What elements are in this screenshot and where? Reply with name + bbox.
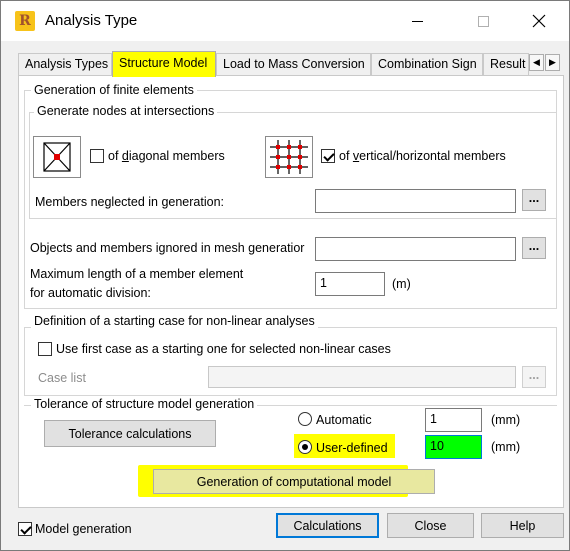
ellipsis-icon: ... [528,368,540,382]
objects-ignored-browse-button[interactable]: ... [522,237,546,259]
case-list-input[interactable] [208,366,516,388]
maximize-button[interactable] [463,7,503,35]
starting-case-label: Definition of a starting case for non-li… [31,314,318,328]
help-button[interactable]: Help [481,513,564,538]
tab-scroll-left-button[interactable]: ◀ [529,54,544,71]
app-logo-icon: R [15,11,35,31]
user-defined-label: User-defined [316,441,388,455]
diagonal-mesh-icon [33,136,81,178]
analysis-type-dialog: R Analysis Type Analysis Types Structure… [0,0,570,551]
user-defined-tolerance-unit: (mm) [491,440,521,454]
minimize-button[interactable] [397,7,437,35]
members-neglected-label: Members neglected in generation: [35,195,225,209]
diagonal-members-checkbox[interactable] [90,149,104,163]
max-length-input[interactable]: 1 [315,272,385,296]
tab-scroll-right-icon: ▶ [549,57,556,67]
window-title: Analysis Type [45,12,138,29]
tolerance-label: Tolerance of structure model generation [31,397,258,411]
title-bar: R Analysis Type [1,1,569,41]
finite-elements-label: Generation of finite elements [31,83,197,97]
model-generation-checkbox[interactable] [18,522,32,536]
max-length-unit: (m) [392,277,411,291]
user-defined-radio[interactable] [298,440,312,454]
automatic-tolerance-input[interactable]: 1 [425,408,482,432]
tolerance-calculations-button[interactable]: Tolerance calculations [44,420,216,447]
generate-computational-model-button[interactable]: Generation of computational model [153,469,435,494]
close-button[interactable]: Close [387,513,474,538]
case-list-label: Case list [38,371,86,385]
vertical-horizontal-members-checkbox[interactable] [321,149,335,163]
members-neglected-input[interactable] [315,189,516,213]
vertical-horizontal-members-label: of vertical/horizontal members [339,149,506,163]
members-neglected-browse-button[interactable]: ... [522,189,546,211]
automatic-radio[interactable] [298,412,312,426]
tab-scroll-right-button[interactable]: ▶ [545,54,560,71]
intersections-label: Generate nodes at intersections [34,104,218,118]
tab-scroll-left-icon: ◀ [533,57,540,67]
tab-analysis-types[interactable]: Analysis Types [18,53,112,75]
ellipsis-icon: ... [528,239,540,253]
model-generation-label: Model generation [35,522,132,536]
use-first-case-checkbox[interactable] [38,342,52,356]
tab-result[interactable]: Result [483,53,529,75]
tab-load-to-mass-conversion[interactable]: Load to Mass Conversion [216,53,371,75]
close-window-button[interactable] [519,7,559,35]
max-length-label-1: Maximum length of a member element [30,267,244,281]
automatic-label: Automatic [316,413,372,427]
close-icon [532,14,546,28]
objects-ignored-input[interactable] [315,237,516,261]
use-first-case-label: Use first case as a starting one for sel… [56,342,391,356]
user-defined-tolerance-input[interactable]: 10 [425,435,482,459]
objects-ignored-label: Objects and members ignored in mesh gene… [30,241,305,255]
diagonal-members-label: of diagonal members [108,149,225,163]
max-length-label-2: for automatic division: [30,286,151,300]
automatic-tolerance-unit: (mm) [491,413,521,427]
maximize-icon [477,15,489,27]
minimize-icon [411,20,423,22]
calculations-button[interactable]: Calculations [276,513,379,538]
structure-model-panel: Generation of finite elements Generate n… [18,75,564,508]
tab-combination-sign[interactable]: Combination Sign [371,53,483,75]
case-list-browse-button[interactable]: ... [522,366,546,388]
tab-structure-model[interactable]: Structure Model [112,51,216,77]
ellipsis-icon: ... [528,191,540,205]
grid-mesh-icon [265,136,313,178]
